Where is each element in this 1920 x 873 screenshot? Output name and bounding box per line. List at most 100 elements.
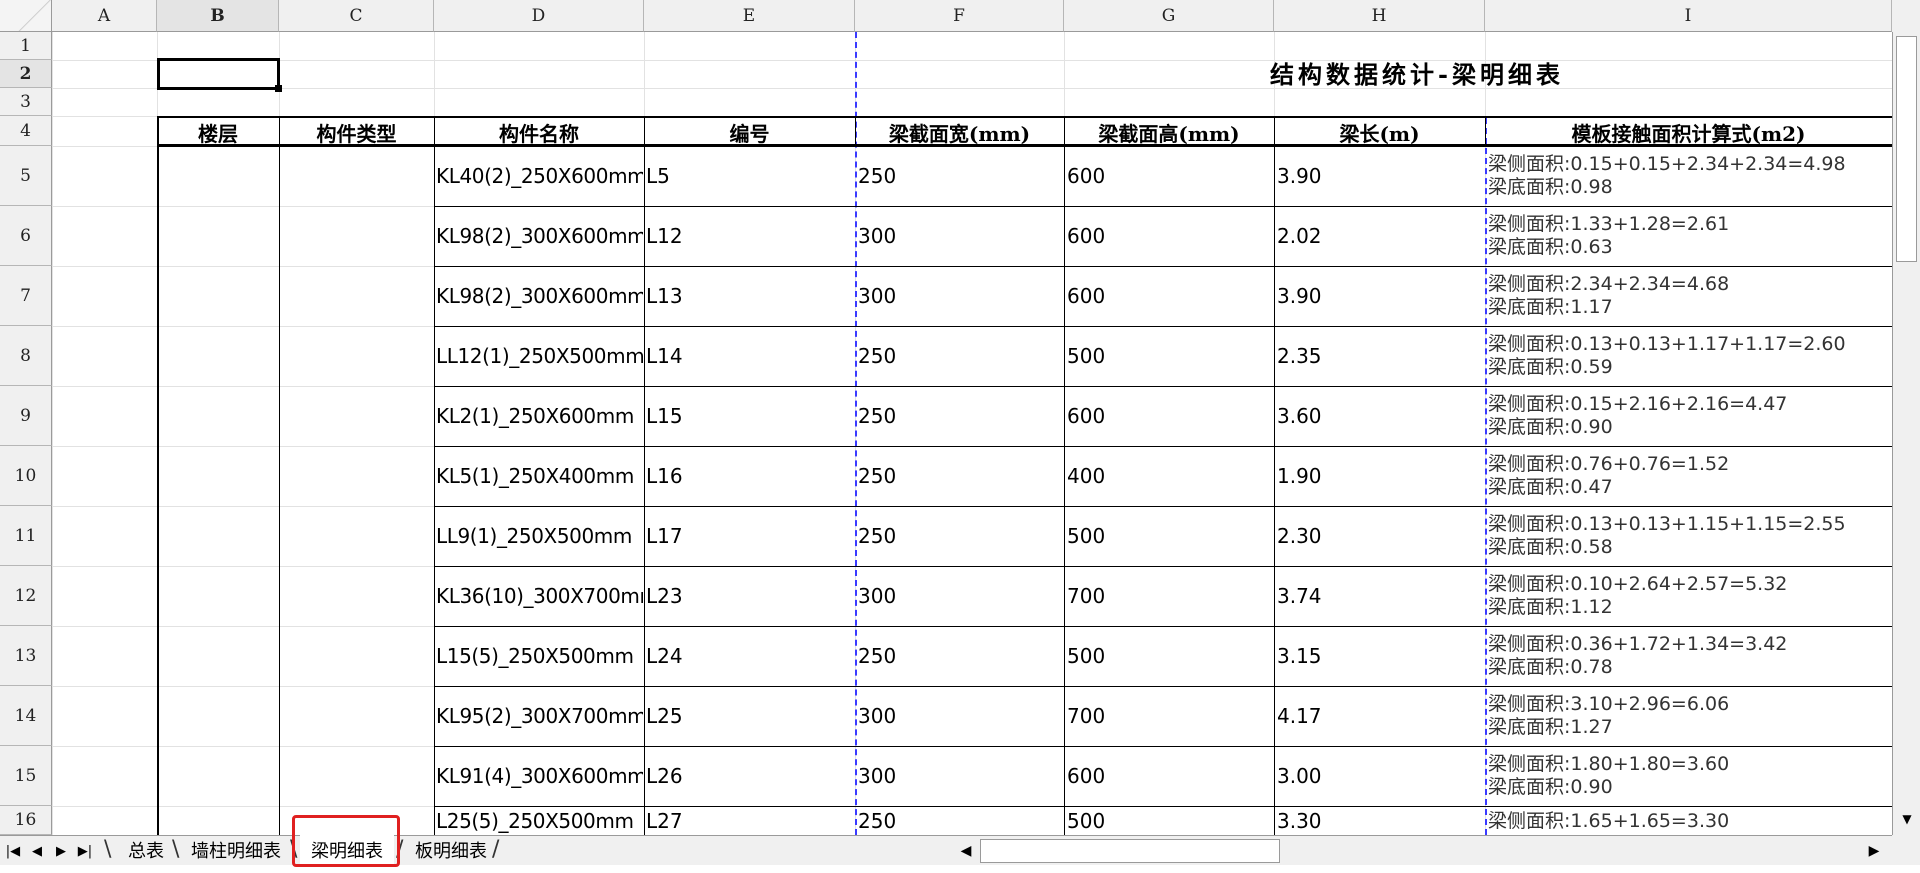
component-name[interactable]: KL98(2)_300X600mm [436, 267, 643, 325]
row-header-9[interactable]: 9 [0, 386, 52, 446]
select-all-corner[interactable] [0, 0, 52, 32]
row-header-10[interactable]: 10 [0, 446, 52, 506]
beam-width[interactable]: 250 [858, 627, 1062, 685]
column-header-g[interactable]: G [1064, 0, 1274, 32]
column-header-d[interactable]: D [434, 0, 644, 32]
first-sheet-icon[interactable]: |◀ [2, 840, 24, 862]
beam-code[interactable]: L12 [646, 207, 853, 265]
row-header-7[interactable]: 7 [0, 266, 52, 326]
row-header-15[interactable]: 15 [0, 746, 52, 806]
beam-code[interactable]: L15 [646, 387, 853, 445]
row-header-2[interactable]: 2 [0, 60, 52, 88]
component-name[interactable]: KL98(2)_300X600mm [436, 207, 643, 265]
scroll-right-icon[interactable]: ▶ [1862, 839, 1886, 863]
prev-sheet-icon[interactable]: ◀ [26, 840, 48, 862]
column-header-b[interactable]: B [157, 0, 279, 32]
row-header-5[interactable]: 5 [0, 146, 52, 206]
column-header-a[interactable]: A [52, 0, 157, 32]
beam-height[interactable]: 600 [1067, 207, 1272, 265]
beam-length[interactable]: 2.02 [1277, 207, 1483, 265]
column-header-i[interactable]: I [1485, 0, 1892, 32]
beam-width[interactable]: 250 [858, 507, 1062, 565]
beam-width[interactable]: 300 [858, 267, 1062, 325]
beam-code[interactable]: L26 [646, 747, 853, 805]
beam-width[interactable]: 300 [858, 687, 1062, 745]
last-sheet-icon[interactable]: ▶| [74, 840, 96, 862]
column-header-f[interactable]: F [855, 0, 1064, 32]
beam-code[interactable]: L23 [646, 567, 853, 625]
beam-height[interactable]: 600 [1067, 147, 1272, 205]
beam-length[interactable]: 3.15 [1277, 627, 1483, 685]
row-header-8[interactable]: 8 [0, 326, 52, 386]
beam-width[interactable]: 250 [858, 447, 1062, 505]
beam-width[interactable]: 300 [858, 747, 1062, 805]
next-sheet-icon[interactable]: ▶ [50, 840, 72, 862]
beam-length[interactable]: 3.74 [1277, 567, 1483, 625]
formwork-formula-cell[interactable]: 梁侧面积:1.33+1.28=2.61 梁底面积:0.63 [1488, 207, 1890, 265]
beam-code[interactable]: L27 [646, 807, 853, 835]
row-header-1[interactable]: 1 [0, 32, 52, 60]
formwork-formula-cell[interactable]: 梁侧面积:0.36+1.72+1.34=3.42 梁底面积:0.78 [1488, 627, 1890, 685]
vertical-scroll-thumb[interactable] [1896, 36, 1917, 262]
sheet-tab-wall-column[interactable]: 墙柱明细表 [182, 835, 290, 865]
beam-height[interactable]: 400 [1067, 447, 1272, 505]
component-name[interactable]: KL91(4)_300X600mm [436, 747, 643, 805]
component-name[interactable]: LL12(1)_250X500mm [436, 327, 643, 385]
component-name[interactable]: L15(5)_250X500mm [436, 627, 643, 685]
row-header-16[interactable]: 16 [0, 806, 52, 835]
scroll-left-icon[interactable]: ◀ [954, 839, 978, 863]
row-header-6[interactable]: 6 [0, 206, 52, 266]
formwork-formula-cell[interactable]: 梁侧面积:1.80+1.80=3.60 梁底面积:0.90 [1488, 747, 1890, 805]
row-header-11[interactable]: 11 [0, 506, 52, 566]
formwork-formula-cell[interactable]: 梁侧面积:0.10+2.64+2.57=5.32 梁底面积:1.12 [1488, 567, 1890, 625]
beam-length[interactable]: 3.90 [1277, 267, 1483, 325]
component-name[interactable]: KL95(2)_300X700mm [436, 687, 643, 745]
beam-height[interactable]: 500 [1067, 327, 1272, 385]
horizontal-scroll-thumb[interactable] [980, 839, 1280, 863]
sheet-tab-slab[interactable]: 板明细表 [404, 835, 498, 865]
component-name[interactable]: LL9(1)_250X500mm [436, 507, 643, 565]
beam-length[interactable]: 3.60 [1277, 387, 1483, 445]
formwork-formula-cell[interactable]: 梁侧面积:0.15+2.16+2.16=4.47 梁底面积:0.90 [1488, 387, 1890, 445]
beam-height[interactable]: 700 [1067, 687, 1272, 745]
beam-code[interactable]: L13 [646, 267, 853, 325]
beam-width[interactable]: 250 [858, 807, 1062, 835]
vertical-scrollbar[interactable]: ▼ [1892, 32, 1920, 835]
formwork-formula-cell[interactable]: 梁侧面积:1.65+1.65=3.30 [1488, 807, 1890, 835]
beam-length[interactable]: 3.90 [1277, 147, 1483, 205]
component-name[interactable]: KL5(1)_250X400mm [436, 447, 643, 505]
formwork-formula-cell[interactable]: 梁侧面积:0.13+0.13+1.15+1.15=2.55 梁底面积:0.58 [1488, 507, 1890, 565]
beam-length[interactable]: 2.35 [1277, 327, 1483, 385]
beam-length[interactable]: 1.90 [1277, 447, 1483, 505]
formwork-formula-cell[interactable]: 梁侧面积:2.34+2.34=4.68 梁底面积:1.17 [1488, 267, 1890, 325]
beam-width[interactable]: 300 [858, 567, 1062, 625]
row-header-13[interactable]: 13 [0, 626, 52, 686]
component-name[interactable]: KL36(10)_300X700mm [436, 567, 643, 625]
beam-code[interactable]: L14 [646, 327, 853, 385]
beam-height[interactable]: 700 [1067, 567, 1272, 625]
sheet-tab-summary[interactable]: 总表 [114, 835, 178, 865]
column-header-h[interactable]: H [1274, 0, 1485, 32]
component-name[interactable]: KL2(1)_250X600mm [436, 387, 643, 445]
beam-code[interactable]: L17 [646, 507, 853, 565]
scroll-down-icon[interactable]: ▼ [1895, 807, 1919, 831]
beam-height[interactable]: 500 [1067, 807, 1272, 835]
column-header-e[interactable]: E [644, 0, 855, 32]
row-header-4[interactable]: 4 [0, 116, 52, 146]
row-header-3[interactable]: 3 [0, 88, 52, 116]
fill-handle[interactable] [275, 85, 282, 92]
beam-length[interactable]: 3.30 [1277, 807, 1483, 835]
beam-code[interactable]: L16 [646, 447, 853, 505]
beam-length[interactable]: 3.00 [1277, 747, 1483, 805]
beam-width[interactable]: 300 [858, 207, 1062, 265]
column-header-c[interactable]: C [279, 0, 434, 32]
beam-code[interactable]: L24 [646, 627, 853, 685]
horizontal-scrollbar[interactable]: ◀ ▶ [950, 835, 1892, 865]
formwork-formula-cell[interactable]: 梁侧面积:3.10+2.96=6.06 梁底面积:1.27 [1488, 687, 1890, 745]
beam-length[interactable]: 4.17 [1277, 687, 1483, 745]
beam-height[interactable]: 600 [1067, 747, 1272, 805]
resize-grip[interactable] [1892, 835, 1920, 865]
component-name[interactable]: KL40(2)_250X600mm [436, 147, 643, 205]
beam-height[interactable]: 500 [1067, 627, 1272, 685]
formwork-formula-cell[interactable]: 梁侧面积:0.76+0.76=1.52 梁底面积:0.47 [1488, 447, 1890, 505]
